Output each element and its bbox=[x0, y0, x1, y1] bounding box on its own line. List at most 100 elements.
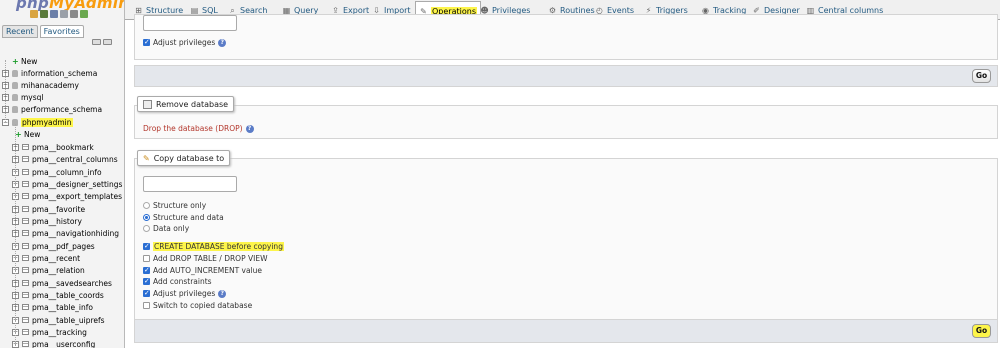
tree-table-item[interactable]: + pma__pdf_pages bbox=[12, 240, 95, 252]
tree-table-item[interactable]: + pma__bookmark bbox=[12, 141, 94, 153]
tree-item-label: pma__userconfig bbox=[32, 339, 96, 348]
tree-item-label: pma__export_templates bbox=[32, 191, 122, 201]
copy-adjust-privileges-checkbox[interactable] bbox=[143, 289, 150, 297]
switch-db-checkbox[interactable] bbox=[143, 302, 150, 309]
rename-db-input[interactable] bbox=[143, 15, 237, 31]
tree-item-label: pma__relation bbox=[32, 265, 85, 275]
rename-database-section: Adjust privileges ? bbox=[134, 14, 998, 60]
help-icon[interactable]: ? bbox=[218, 38, 227, 47]
copy-adjust-privileges-option[interactable]: Adjust privileges ? bbox=[143, 288, 227, 299]
tree-table-item[interactable]: + pma__relation bbox=[12, 264, 85, 276]
constraints-option[interactable]: Add constraints bbox=[143, 276, 212, 287]
tree-table-item[interactable]: + pma__table_uiprefs bbox=[12, 314, 105, 326]
tree-item-label: New bbox=[24, 129, 41, 139]
adjust-privileges-checkbox[interactable] bbox=[143, 38, 150, 46]
data-only-radio[interactable] bbox=[143, 225, 150, 232]
operations-main: Adjust privileges ? Go Drop the database… bbox=[125, 14, 1000, 348]
tree-table-item[interactable]: + pma__userconfig bbox=[12, 338, 95, 348]
structure-and-data-option[interactable]: Structure and data bbox=[143, 212, 224, 223]
tree-item-label: phpmyadmin bbox=[21, 117, 73, 127]
add-drop-option[interactable]: Add DROP TABLE / DROP VIEW bbox=[143, 253, 267, 264]
tree-table-item[interactable]: + pma__designer_settings bbox=[12, 178, 122, 190]
table-icon bbox=[22, 341, 29, 347]
auto-increment-checkbox[interactable] bbox=[143, 266, 150, 274]
docs-icon[interactable] bbox=[60, 10, 68, 18]
nav-tabs: Recent Favorites bbox=[2, 25, 84, 38]
auto-increment-option[interactable]: Add AUTO_INCREMENT value bbox=[143, 265, 262, 276]
rename-go-button[interactable]: Go bbox=[972, 69, 991, 83]
add-drop-checkbox[interactable] bbox=[143, 255, 150, 262]
remove-database-icon bbox=[143, 99, 152, 109]
tree-new-item[interactable]: + New bbox=[15, 128, 40, 140]
tree-table-item[interactable]: + pma__recent bbox=[12, 252, 80, 264]
data-only-option[interactable]: Data only bbox=[143, 223, 189, 234]
table-icon bbox=[22, 193, 29, 199]
nav-tools bbox=[92, 39, 112, 45]
home-icon[interactable] bbox=[30, 10, 38, 18]
tree-table-item[interactable]: + pma__favorite bbox=[12, 203, 85, 215]
tree-table-item[interactable]: + pma__table_info bbox=[12, 301, 93, 313]
constraints-label: Add constraints bbox=[153, 277, 212, 286]
tree-table-item[interactable]: + pma__table_coords bbox=[12, 289, 104, 301]
tree-table-item[interactable]: + pma__column_info bbox=[12, 166, 102, 178]
table-icon bbox=[22, 243, 29, 249]
switch-db-option[interactable]: Switch to copied database bbox=[143, 300, 252, 311]
add-drop-label: Add DROP TABLE / DROP VIEW bbox=[153, 254, 268, 263]
reload-icon[interactable] bbox=[80, 10, 88, 18]
structure-only-radio[interactable] bbox=[143, 202, 150, 209]
tree-database-item[interactable]: + information_schema bbox=[2, 67, 97, 79]
copy-go-button[interactable]: Go bbox=[972, 324, 991, 338]
database-icon bbox=[12, 105, 18, 113]
structure-only-option[interactable]: Structure only bbox=[143, 200, 206, 211]
tree-item-label: pma__table_coords bbox=[32, 290, 104, 300]
table-icon bbox=[22, 317, 29, 323]
tree-database-item[interactable]: + mysql bbox=[2, 91, 44, 103]
tree-table-item[interactable]: + pma__savedsearches bbox=[12, 277, 112, 289]
data-only-label: Data only bbox=[153, 224, 190, 233]
create-db-checkbox[interactable] bbox=[143, 242, 150, 250]
constraints-checkbox[interactable] bbox=[143, 277, 150, 285]
table-icon bbox=[22, 169, 29, 175]
copy-adjust-privileges-label: Adjust privileges bbox=[153, 289, 216, 298]
new-icon: + bbox=[15, 129, 22, 139]
tree-database-item[interactable]: + performance_schema bbox=[2, 103, 102, 115]
tree-table-item[interactable]: + pma__central_columns bbox=[12, 153, 118, 165]
tree-item-label: performance_schema bbox=[21, 104, 103, 114]
tree-table-item[interactable]: + pma__tracking bbox=[12, 326, 87, 338]
tree-item-label: pma__favorite bbox=[32, 204, 86, 214]
tree-new-item[interactable]: + New bbox=[12, 55, 37, 67]
rename-footer: Go bbox=[134, 65, 998, 87]
tree-database-item[interactable]: + mihanacademy bbox=[2, 79, 79, 91]
tree-table-item[interactable]: + pma__navigationhiding bbox=[12, 227, 119, 239]
table-icon bbox=[22, 267, 29, 273]
tree-table-item[interactable]: + pma__history bbox=[12, 215, 82, 227]
tab-favorites[interactable]: Favorites bbox=[39, 25, 84, 38]
tab-recent[interactable]: Recent bbox=[2, 25, 38, 38]
settings-icon[interactable] bbox=[70, 10, 78, 18]
table-icon bbox=[22, 329, 29, 335]
table-icon bbox=[22, 156, 29, 162]
drop-database-link[interactable]: Drop the database (DROP) bbox=[143, 124, 243, 133]
new-icon: + bbox=[12, 56, 19, 66]
structure-only-label: Structure only bbox=[153, 201, 207, 210]
tree-item-label: pma__central_columns bbox=[32, 154, 118, 164]
structure-and-data-radio[interactable] bbox=[143, 214, 150, 221]
link-with-main-icon[interactable] bbox=[103, 39, 112, 45]
pencil-icon: ✎ bbox=[143, 153, 150, 163]
remove-database-section: Drop the database (DROP) ? bbox=[134, 105, 998, 139]
database-icon bbox=[12, 81, 18, 89]
logout-icon[interactable] bbox=[40, 10, 48, 18]
help-icon[interactable]: ? bbox=[218, 289, 227, 298]
copy-db-name-input[interactable] bbox=[143, 176, 237, 192]
copy-database-legend: ✎ Copy database to bbox=[137, 150, 231, 166]
sql-query-icon[interactable] bbox=[50, 10, 58, 18]
structure-and-data-label: Structure and data bbox=[153, 213, 224, 222]
tree-database-item[interactable]: − phpmyadmin bbox=[2, 116, 73, 128]
tree-connector bbox=[5, 60, 6, 122]
create-db-option[interactable]: CREATE DATABASE before copying bbox=[143, 241, 284, 252]
help-icon[interactable]: ? bbox=[245, 124, 254, 133]
collapse-all-icon[interactable] bbox=[92, 39, 101, 45]
tree-table-item[interactable]: + pma__export_templates bbox=[12, 190, 122, 202]
drop-db-row: Drop the database (DROP) ? bbox=[143, 123, 254, 134]
table-icon bbox=[22, 280, 29, 286]
